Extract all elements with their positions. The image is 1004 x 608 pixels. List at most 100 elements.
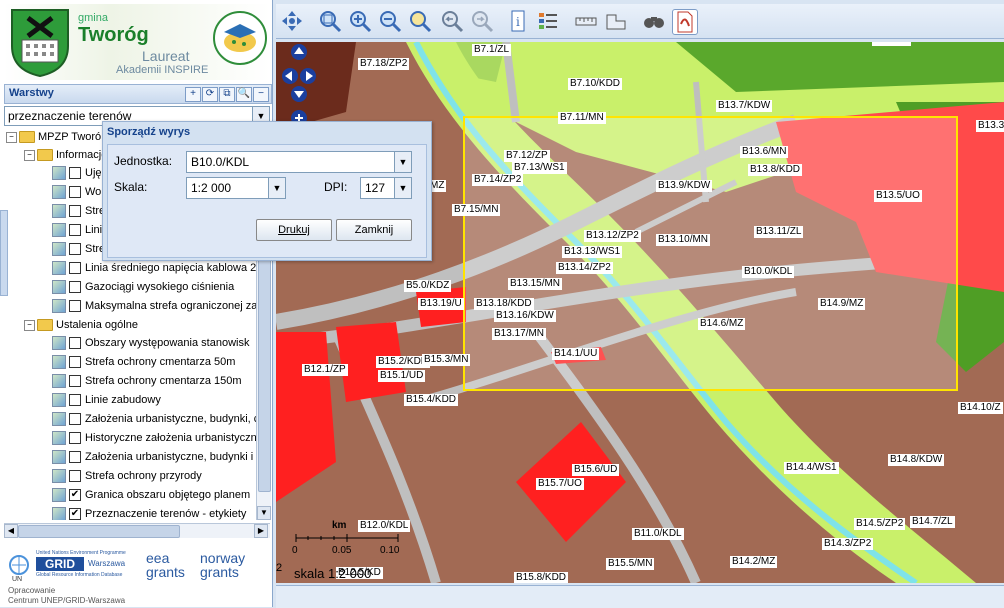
layer-checkbox[interactable]: ✔ [69,508,81,520]
zoom-in-icon[interactable] [348,9,372,33]
layer-item[interactable]: Lini [52,221,102,239]
chevron-down-icon[interactable]: ▼ [394,178,411,198]
layer-checkbox[interactable] [69,432,81,445]
zoom-extent-icon[interactable] [318,9,342,33]
layer-icon [52,450,66,465]
map-navigation-control[interactable] [282,42,316,130]
layer-label: Obszary występowania stanowisk [85,337,250,349]
layer-checkbox[interactable] [69,205,81,218]
layer-item[interactable]: Linia średniego napięcia kablowa 2 [52,259,256,277]
layer-checkbox[interactable] [69,167,81,180]
layer-checkbox[interactable] [69,375,81,388]
scrollbar-thumb[interactable] [18,525,180,538]
layer-item[interactable]: Maksymalna strefa ograniczonej za [52,297,256,315]
layer-checkbox[interactable] [69,243,81,256]
scroll-left-icon[interactable]: ◀ [4,524,18,538]
zone-label: B14.10/Z [958,402,1003,414]
tree-horizontal-scrollbar[interactable]: ◀ ▶ [4,523,270,538]
panel-collapse-handle[interactable] [0,210,8,296]
tree-root[interactable]: − MPZP Tworó [6,128,101,146]
print-button[interactable]: Drukuj [256,219,332,241]
layer-label: Strefa ochrony cmentarza 50m [85,356,236,368]
layer-icon [52,242,66,257]
layer-item[interactable]: Strefa ochrony cmentarza 150m [52,372,242,390]
layer-item[interactable]: ✔ Granica obszaru objętego planem [52,486,250,504]
layer-label: Linie zabudowy [85,394,161,406]
zone-label: B7.15/MN [452,204,501,216]
chevron-down-icon[interactable]: ▼ [268,178,285,198]
skala-label: Skala: [114,180,148,194]
layer-label: Linia średniego napięcia kablowa 2 [85,262,256,274]
zoom-previous-icon[interactable] [440,9,464,33]
scroll-right-icon[interactable]: ▶ [254,524,268,538]
layer-checkbox[interactable] [69,224,81,237]
dpi-select[interactable]: 127 ▼ [360,177,412,199]
zoom-out-icon[interactable] [378,9,402,33]
zone-label: B12.0/KDL [358,520,411,532]
layer-checkbox[interactable] [69,186,81,199]
tree-group-label: Informacje [56,149,108,161]
zoom-box-icon[interactable] [408,9,432,33]
layer-checkbox[interactable] [69,413,81,426]
layer-item[interactable]: Wo [52,183,101,201]
search-layer-button[interactable]: 🔍 [236,87,252,102]
pdf-print-icon[interactable] [672,9,698,35]
svg-text:i: i [516,15,520,29]
layer-item[interactable]: Strefa ochrony przyrody [52,467,202,485]
tree-group-ustalenia[interactable]: − Ustalenia ogólne [24,316,138,334]
layer-item[interactable]: ✔ Przeznaczenie terenów - etykiety [52,505,246,520]
layer-item[interactable]: Założenia urbanistyczne, budynki, c [52,410,256,428]
layer-item[interactable]: Obszary występowania stanowisk [52,334,249,352]
layer-item[interactable]: Stre [52,202,105,220]
close-button[interactable]: Zamknij [336,219,412,241]
print-dialog: Sporządź wyrys Jednostka: B10.0/KDL ▼ Sk… [102,121,432,261]
remove-layer-button[interactable]: − [253,87,269,102]
layer-checkbox[interactable] [69,300,81,313]
jednostka-select[interactable]: B10.0/KDL ▼ [186,151,412,173]
pan-icon[interactable] [280,9,304,33]
layers-panel-title: Warstwy [9,87,54,99]
layer-checkbox[interactable] [69,356,81,369]
layer-checkbox[interactable] [69,337,81,350]
opracowanie-label: Opracowanie [8,586,56,595]
partner-logos: UN United Nations Environment Programme … [4,548,270,606]
measure-icon[interactable] [574,9,598,33]
scale-tick-2: 0.10 [380,545,400,556]
layer-item[interactable]: Uję [52,164,102,182]
layer-icon [52,431,66,446]
layer-label: Strefa ochrony cmentarza 150m [85,375,242,387]
layer-checkbox[interactable] [69,470,81,483]
zone-label: B14.9/MZ [818,298,866,310]
layer-checkbox[interactable] [69,394,81,407]
copy-layer-button[interactable]: ⧉ [219,87,235,102]
layer-checkbox[interactable] [69,281,81,294]
add-layer-button[interactable]: + [185,87,201,102]
scale-text: skala 1:2 000 [294,566,372,581]
layer-checkbox[interactable] [69,262,81,275]
chevron-down-icon[interactable]: ▼ [394,152,411,172]
layer-item[interactable]: Stre [52,240,105,258]
zone-label: B15.7/UO [536,478,584,490]
collapse-icon[interactable]: − [24,149,35,161]
skala-select[interactable]: 1:2 000 ▼ [186,177,286,199]
collapse-icon[interactable]: − [24,319,35,331]
layer-item[interactable]: Założenia urbanistyczne, budynki i [52,448,253,466]
layer-item[interactable]: Historyczne założenia urbanistyczn [52,429,256,447]
find-icon[interactable] [642,9,666,33]
legend-icon[interactable] [536,9,560,33]
layer-item[interactable]: Linie zabudowy [52,391,161,409]
grid-city-label: Warszawa [88,559,126,568]
layer-item[interactable]: Gazociągi wysokiego ciśnienia [52,278,234,296]
refresh-layers-button[interactable]: ⟳ [202,87,218,102]
info-icon[interactable]: i [506,9,530,33]
collapse-icon[interactable]: − [6,131,17,143]
scroll-down-icon[interactable]: ▼ [257,506,271,520]
layer-checkbox[interactable] [69,451,81,464]
layer-label: Gazociągi wysokiego ciśnienia [85,281,235,293]
layer-item[interactable]: Strefa ochrony cmentarza 50m [52,353,235,371]
layer-label: Granica obszaru objętego planem [85,489,251,501]
tree-group-informacje[interactable]: − Informacje [24,146,107,164]
zoom-next-icon[interactable] [470,9,494,33]
layer-checkbox[interactable]: ✔ [69,489,81,502]
measure-area-icon[interactable] [604,9,628,33]
